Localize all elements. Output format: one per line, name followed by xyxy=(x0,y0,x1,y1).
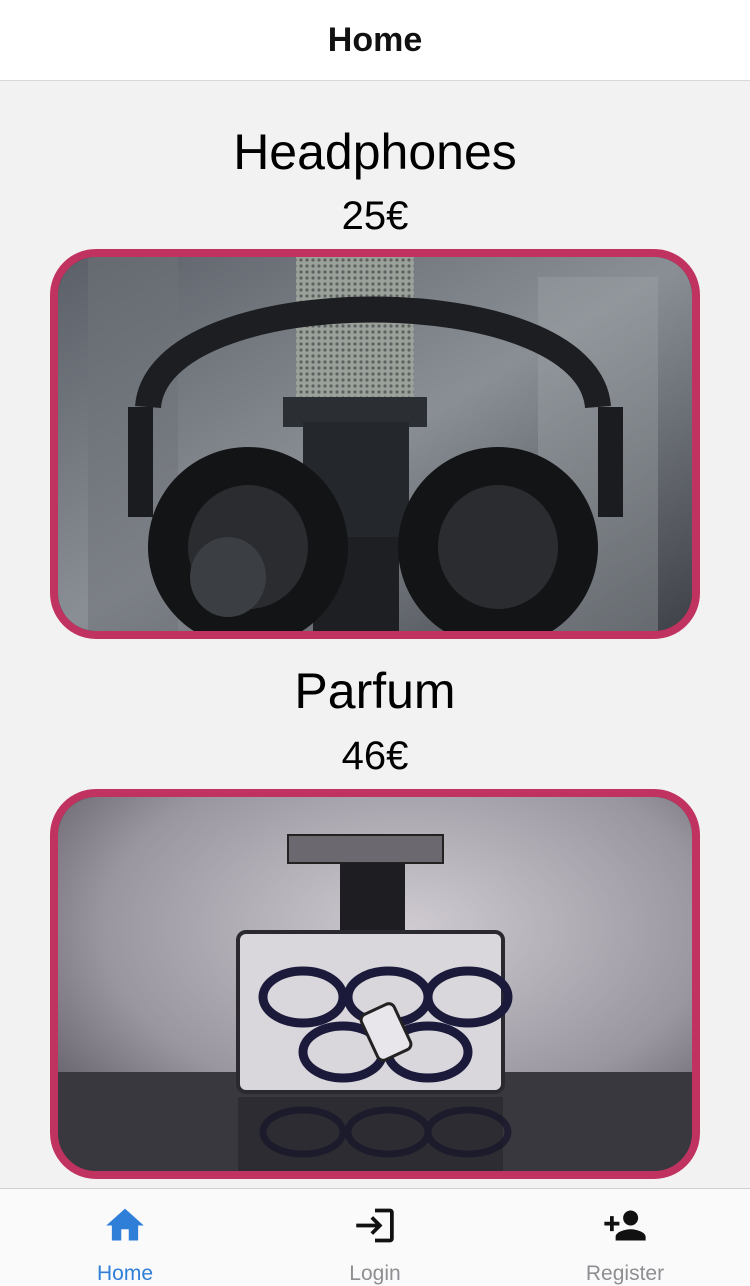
page-title: Home xyxy=(327,20,423,59)
tab-label: Register xyxy=(585,1262,665,1285)
product-name: Headphones xyxy=(233,124,517,180)
product-image-parfum[interactable] xyxy=(50,789,700,1179)
product-list[interactable]: Headphones 25€ Parfum 46€ xyxy=(0,81,750,1188)
tab-login[interactable]: Login xyxy=(250,1189,500,1286)
tab-label: Login xyxy=(349,1262,401,1285)
product-name: Parfum xyxy=(294,663,456,719)
tab-register[interactable]: Register xyxy=(500,1189,750,1286)
product-price: 25€ xyxy=(341,194,409,238)
tab-home[interactable]: Home xyxy=(0,1189,250,1286)
add-user-icon xyxy=(604,1210,646,1241)
tab-bar: Home Login Register xyxy=(0,1188,750,1286)
home-icon xyxy=(106,1208,144,1241)
app-screen: Home Headphones 25€ Parfum 46€ Home Logi… xyxy=(0,0,750,1286)
tab-label: Home xyxy=(96,1262,154,1285)
product-price: 46€ xyxy=(341,734,409,778)
product-image-headphones[interactable] xyxy=(50,249,700,639)
nav-header: Home xyxy=(0,0,750,81)
login-icon xyxy=(356,1208,394,1243)
